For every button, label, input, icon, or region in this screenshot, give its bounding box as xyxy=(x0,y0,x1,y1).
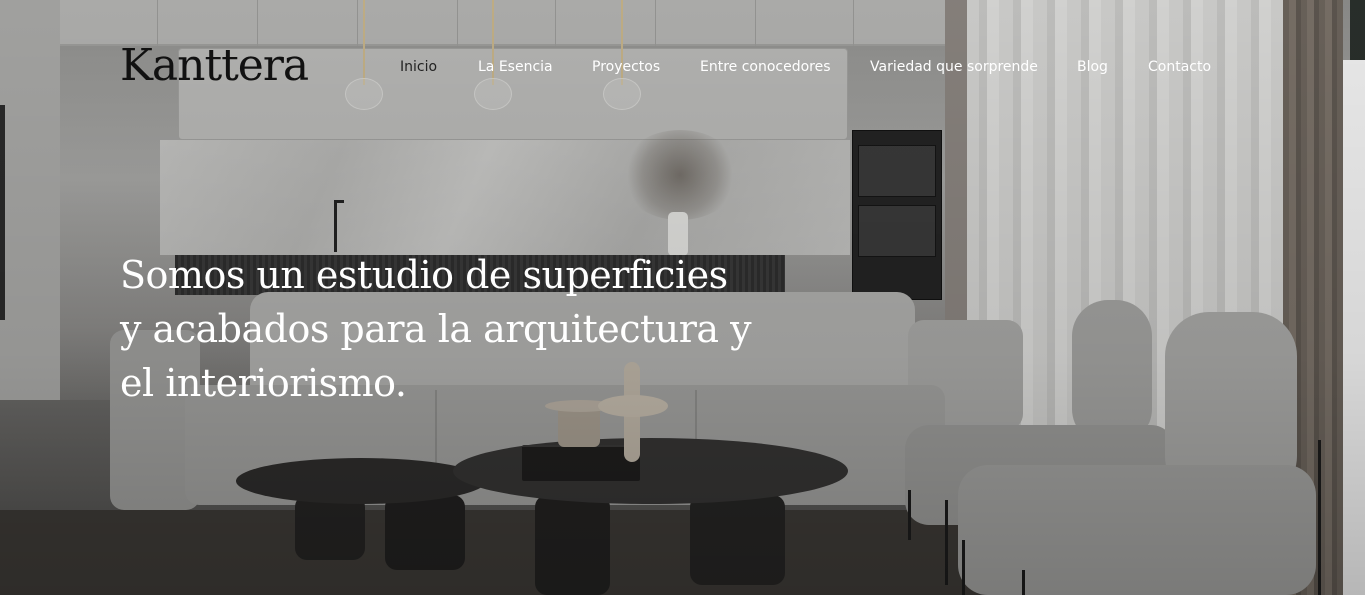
nav-item-inicio[interactable]: Inicio xyxy=(400,59,437,75)
hero-section: Kanttera Inicio La Esencia Proyectos Ent… xyxy=(0,0,1365,595)
nav-item-la-esencia[interactable]: La Esencia xyxy=(478,59,553,75)
nav-item-proyectos[interactable]: Proyectos xyxy=(592,59,660,75)
hero-headline: Somos un estudio de superficies y acabad… xyxy=(120,253,752,405)
main-navigation: Inicio La Esencia Proyectos Entre conoce… xyxy=(0,59,1365,79)
nav-item-variedad-que-sorprende[interactable]: Variedad que sorprende xyxy=(870,59,1038,75)
nav-item-contacto[interactable]: Contacto xyxy=(1148,59,1211,75)
nav-item-blog[interactable]: Blog xyxy=(1077,59,1108,75)
nav-item-entre-conocedores[interactable]: Entre conocedores xyxy=(700,59,831,75)
